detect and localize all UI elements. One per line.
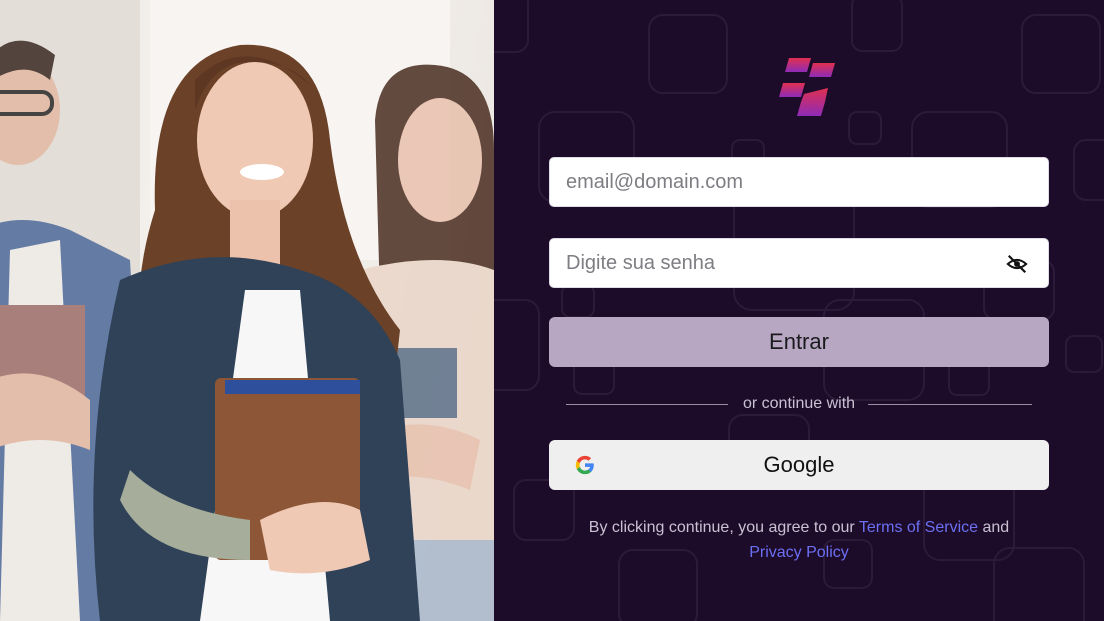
email-input[interactable] [550,158,1048,206]
hero-photo [0,0,494,621]
brand-logo-icon [779,58,835,116]
privacy-policy-link[interactable]: Privacy Policy [749,544,849,561]
terms-of-service-link[interactable]: Terms of Service [859,519,978,536]
google-button-label: Google [763,452,835,477]
password-input[interactable] [550,239,1048,287]
terms-conjunction: and [982,519,1010,536]
login-panel: Entrar or continue with Google By clicki… [494,0,1104,621]
terms-prefix: By clicking continue, you agree to our [588,519,855,536]
divider-line-right [868,404,1032,405]
eye-off-icon[interactable] [1006,253,1028,275]
terms-notice: By clicking continue, you agree to our T… [549,515,1049,565]
divider: or continue with [566,394,1032,414]
submit-button[interactable]: Entrar [549,317,1049,367]
students-illustration [0,0,494,621]
google-signin-button[interactable]: Google [549,440,1049,490]
email-field[interactable] [549,157,1049,207]
password-field[interactable] [549,238,1049,288]
